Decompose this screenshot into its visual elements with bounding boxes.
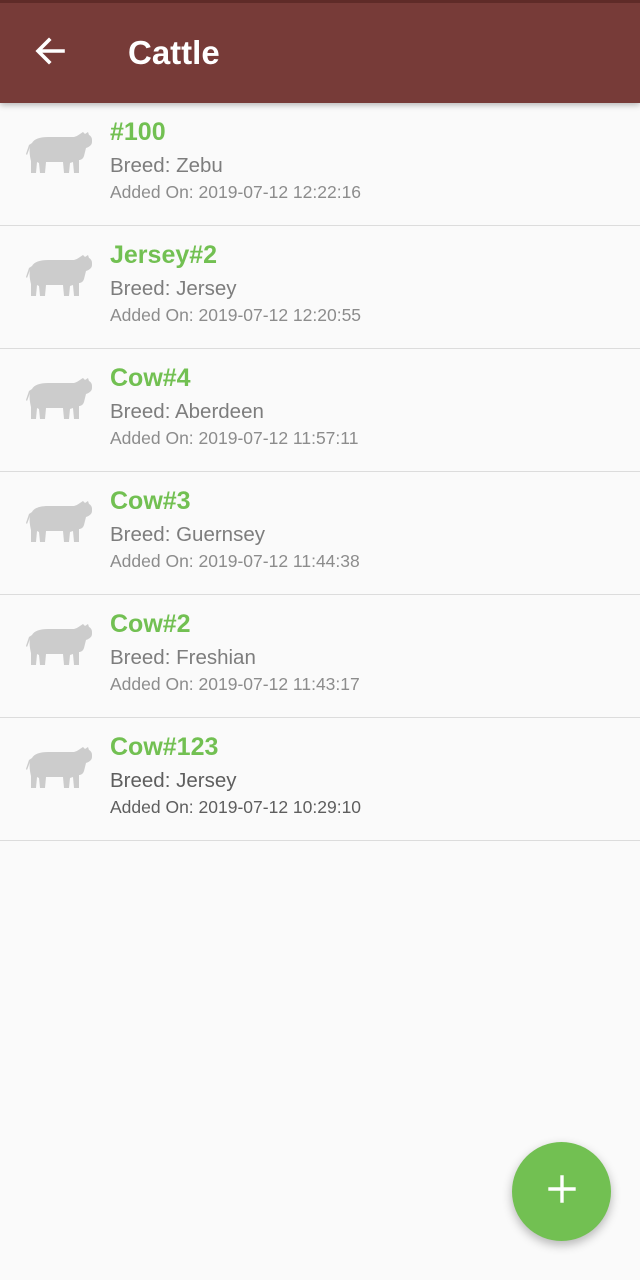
cattle-name: Cow#2 [110, 610, 191, 638]
cattle-breed: Breed: Freshian [110, 646, 256, 669]
list-item[interactable]: Cow#2 Breed: Freshian Added On: 2019-07-… [0, 595, 640, 718]
cow-icon [26, 375, 94, 427]
cattle-added-on: Added On: 2019-07-12 12:22:16 [110, 182, 362, 202]
cattle-name: Cow#4 [110, 364, 191, 392]
page-title: Cattle [128, 34, 220, 71]
screen: Cattle #100 Breed: Zebu Added On: 2019-0… [0, 0, 640, 1280]
cow-icon [26, 252, 94, 304]
cattle-list: #100 Breed: Zebu Added On: 2019-07-12 12… [0, 103, 640, 841]
cattle-added-on: Added On: 2019-07-12 10:29:10 [110, 797, 362, 817]
cow-icon [26, 744, 94, 796]
add-cattle-button[interactable] [512, 1142, 611, 1241]
cow-icon [26, 498, 94, 550]
cattle-added-on: Added On: 2019-07-12 11:57:11 [110, 428, 359, 448]
cow-icon [26, 621, 94, 673]
cattle-name: Cow#3 [110, 487, 191, 515]
cattle-breed: Breed: Jersey [110, 769, 237, 792]
plus-icon [547, 1174, 577, 1209]
cattle-added-on: Added On: 2019-07-12 11:43:17 [110, 674, 360, 694]
list-item[interactable]: Cow#3 Breed: Guernsey Added On: 2019-07-… [0, 472, 640, 595]
cattle-breed: Breed: Guernsey [110, 523, 265, 546]
cattle-added-on: Added On: 2019-07-12 12:20:55 [110, 305, 362, 325]
cattle-breed: Breed: Jersey [110, 277, 237, 300]
cattle-breed: Breed: Zebu [110, 154, 223, 177]
list-item[interactable]: #100 Breed: Zebu Added On: 2019-07-12 12… [0, 103, 640, 226]
cow-icon [26, 129, 94, 181]
arrow-left-icon [34, 36, 66, 71]
app-bar: Cattle [0, 0, 640, 103]
cattle-added-on: Added On: 2019-07-12 11:44:38 [110, 551, 360, 571]
list-item[interactable]: Cow#123 Breed: Jersey Added On: 2019-07-… [0, 718, 640, 841]
status-strip [0, 0, 640, 3]
list-item[interactable]: Cow#4 Breed: Aberdeen Added On: 2019-07-… [0, 349, 640, 472]
cattle-name: #100 [110, 118, 166, 146]
list-item[interactable]: Jersey#2 Breed: Jersey Added On: 2019-07… [0, 226, 640, 349]
cattle-name: Cow#123 [110, 733, 219, 761]
cattle-breed: Breed: Aberdeen [110, 400, 264, 423]
back-button[interactable] [22, 27, 78, 79]
cattle-name: Jersey#2 [110, 241, 218, 269]
